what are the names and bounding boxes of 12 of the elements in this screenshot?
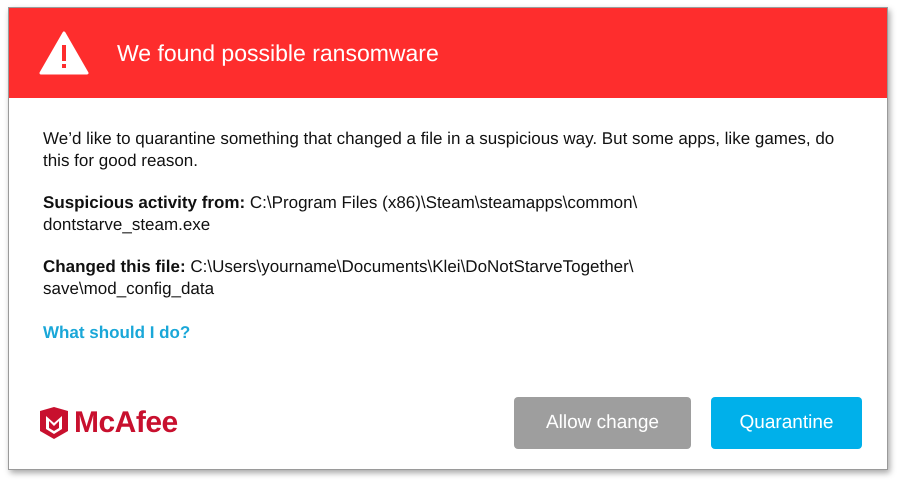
detail-text: Changed this file: C:\Users\yourname\Documents\Klei\DoNotStarveTogether\	[43, 256, 634, 278]
alert-title: We found possible ransomware	[117, 40, 439, 66]
quarantine-button[interactable]: Quarantine	[711, 397, 862, 449]
message-text: We’d like to quarantine something that changed a file in a suspicious way. But some apps, like games, do this for good reason.	[43, 128, 836, 172]
detail-text: Suspicious activity from: C:\Program Files (x86)\Steam\steamapps\common\	[43, 192, 638, 214]
help-link[interactable]: What should I do?	[43, 322, 190, 344]
detail-text: save\mod_config_data	[43, 278, 216, 300]
allow-button[interactable]: Allow change	[514, 397, 691, 449]
warning-icon	[39, 31, 89, 75]
logo-text: McAfee	[74, 406, 178, 440]
detail-text: dontstarve_steam.exe	[43, 214, 212, 236]
shield-icon	[40, 407, 68, 439]
